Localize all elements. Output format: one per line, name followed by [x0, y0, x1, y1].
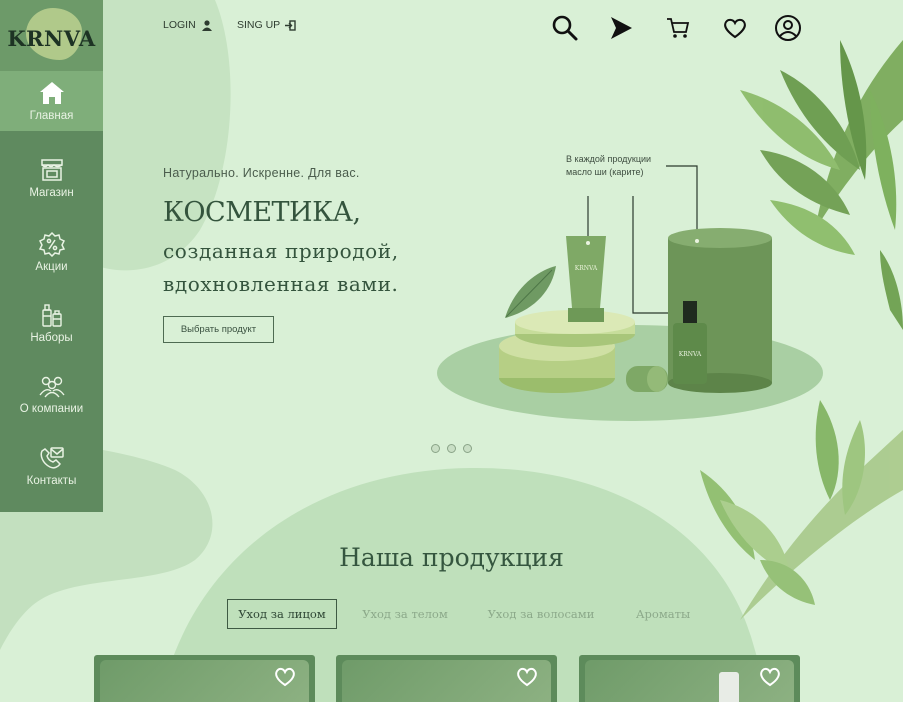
product-card[interactable] — [579, 655, 800, 702]
user-icon[interactable] — [774, 14, 802, 42]
tab-hair-care[interactable]: Уход за волосами — [478, 599, 604, 629]
hero-subtitle-line-1: созданная природой, — [163, 239, 399, 263]
contact-icon — [40, 447, 64, 469]
logo[interactable]: KRNVA — [0, 0, 103, 71]
user-small-icon — [201, 19, 212, 31]
tab-body-care[interactable]: Уход за телом — [355, 599, 455, 629]
sidebar-item-sets[interactable]: Наборы — [0, 293, 103, 353]
send-icon[interactable] — [607, 14, 635, 42]
favorite-heart-icon[interactable] — [273, 665, 297, 687]
carousel-dot[interactable] — [463, 444, 472, 453]
login-link[interactable]: LOGIN — [163, 19, 213, 31]
sidebar-item-label: Контакты — [26, 475, 77, 487]
hero-title: КОСМЕТИКА, — [163, 197, 361, 228]
sidebar-item-home[interactable]: Главная — [0, 71, 103, 131]
sidebar-item-label: Магазин — [29, 187, 74, 199]
background-shapes — [0, 0, 903, 702]
products-section-title: Наша продукция — [339, 543, 564, 572]
carousel-dots — [431, 444, 472, 453]
sidebar-item-contacts[interactable]: Контакты — [0, 436, 103, 496]
background — [0, 0, 903, 702]
cart-icon[interactable] — [664, 14, 692, 42]
product-bottle-image — [719, 672, 739, 702]
heart-icon[interactable] — [721, 14, 749, 42]
logo-text: KRNVA — [7, 26, 96, 51]
product-card[interactable] — [336, 655, 557, 702]
login-label: LOGIN — [163, 19, 196, 31]
sidebar-item-store[interactable]: Магазин — [0, 148, 103, 208]
carousel-dot[interactable] — [431, 444, 440, 453]
product-card[interactable] — [94, 655, 315, 702]
hero-tagline: Натурально. Искренне. Для вас. — [163, 166, 360, 180]
sidebar-item-sales[interactable]: Акции — [0, 222, 103, 282]
people-icon — [38, 376, 65, 398]
carousel-dot[interactable] — [447, 444, 456, 453]
choose-product-button[interactable]: Выбрать продукт — [163, 316, 274, 343]
tab-fragrances[interactable]: Ароматы — [625, 599, 701, 629]
search-icon[interactable] — [551, 14, 579, 42]
sidebar-item-label: Акции — [35, 261, 68, 273]
signup-label: SING UP — [237, 19, 281, 31]
signup-icon — [285, 19, 296, 31]
home-icon — [39, 82, 64, 104]
discount-icon — [38, 231, 65, 257]
products-icon — [41, 304, 62, 327]
product-callout: В каждой продукции масло ши (карите) — [566, 154, 652, 177]
sidebar-item-about[interactable]: О компании — [0, 364, 103, 424]
favorite-heart-icon[interactable] — [515, 665, 539, 687]
hero-subtitle-line-2: вдохновленная вами. — [163, 272, 399, 296]
favorite-heart-icon[interactable] — [758, 665, 782, 687]
sidebar: KRNVA Главная Магазин Акции Наборы О ком… — [0, 0, 103, 512]
sidebar-item-label: Главная — [29, 110, 74, 122]
sidebar-item-label: Наборы — [30, 332, 73, 344]
store-icon — [40, 159, 63, 181]
tab-face-care[interactable]: Уход за лицом — [227, 599, 337, 629]
sidebar-item-label: О компании — [19, 403, 84, 415]
signup-link[interactable]: SING UP — [237, 19, 296, 31]
